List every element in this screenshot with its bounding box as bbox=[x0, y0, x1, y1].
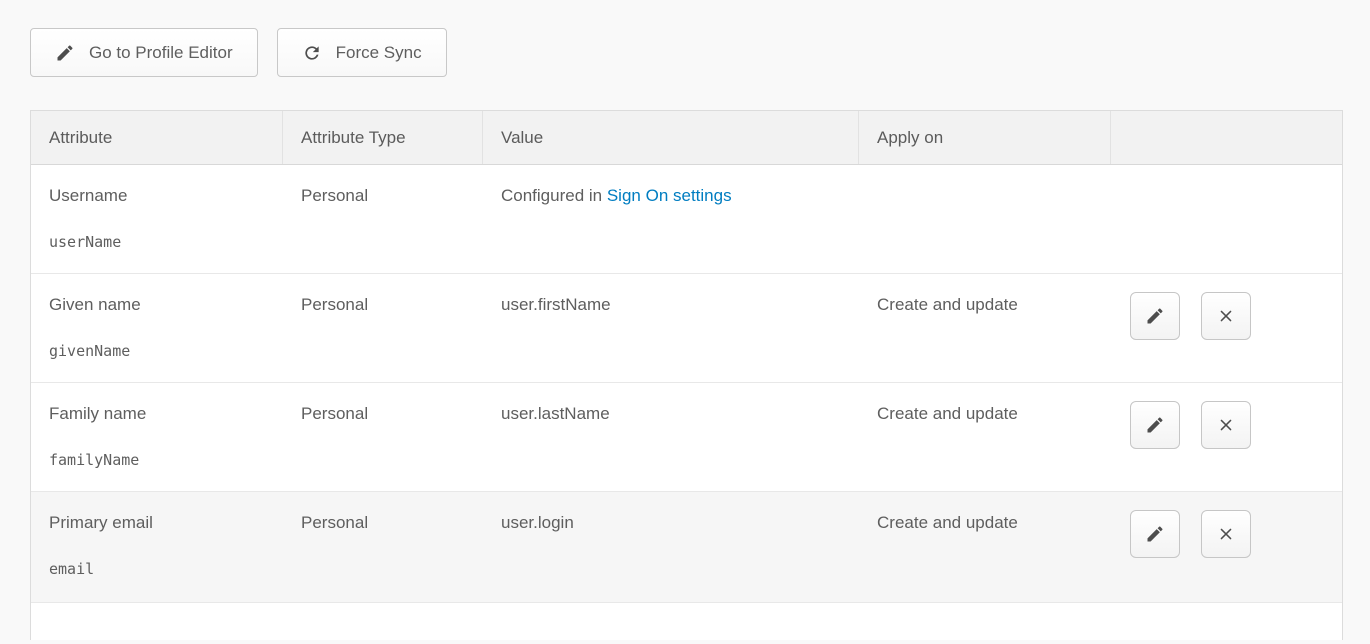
attribute-name: userName bbox=[49, 231, 269, 253]
edit-attribute-button[interactable] bbox=[1130, 292, 1180, 340]
value-cell: user.firstName bbox=[483, 274, 859, 382]
apply-on-cell bbox=[859, 165, 1111, 273]
table-row-family-name: Family name familyName Personal user.las… bbox=[31, 383, 1342, 492]
column-header-value: Value bbox=[483, 111, 859, 164]
close-icon bbox=[1216, 306, 1236, 326]
toolbar: Go to Profile Editor Force Sync bbox=[30, 28, 447, 77]
close-icon bbox=[1216, 415, 1236, 435]
attribute-mappings-table: Attribute Attribute Type Value Apply on … bbox=[30, 110, 1343, 640]
edit-attribute-button[interactable] bbox=[1130, 510, 1180, 558]
table-row-username: Username userName Personal Configured in… bbox=[31, 165, 1342, 274]
attribute-type-cell: Personal bbox=[283, 274, 483, 382]
attribute-cell: Given name givenName bbox=[31, 274, 283, 382]
attribute-name: familyName bbox=[49, 449, 269, 471]
attribute-type-cell: Personal bbox=[283, 165, 483, 273]
delete-attribute-button[interactable] bbox=[1201, 510, 1251, 558]
column-header-attribute: Attribute bbox=[31, 111, 283, 164]
attribute-cell: Primary email email bbox=[31, 492, 283, 602]
delete-attribute-button[interactable] bbox=[1201, 292, 1251, 340]
apply-on-cell: Create and update bbox=[859, 383, 1111, 491]
attribute-label: Username bbox=[49, 185, 269, 207]
go-to-profile-editor-button[interactable]: Go to Profile Editor bbox=[30, 28, 258, 77]
apply-on-cell: Create and update bbox=[859, 492, 1111, 602]
refresh-icon bbox=[302, 43, 322, 63]
value-cell: user.lastName bbox=[483, 383, 859, 491]
column-header-actions bbox=[1111, 111, 1342, 164]
pencil-icon bbox=[1145, 415, 1165, 435]
actions-cell bbox=[1111, 383, 1342, 491]
table-row-partial bbox=[31, 603, 1342, 640]
table-row-primary-email: Primary email email Personal user.login … bbox=[31, 492, 1342, 603]
force-sync-label: Force Sync bbox=[336, 43, 422, 63]
column-header-attribute-type: Attribute Type bbox=[283, 111, 483, 164]
attribute-name: email bbox=[49, 558, 269, 580]
actions-cell bbox=[1111, 274, 1342, 382]
delete-attribute-button[interactable] bbox=[1201, 401, 1251, 449]
column-header-apply-on: Apply on bbox=[859, 111, 1111, 164]
apply-on-cell: Create and update bbox=[859, 274, 1111, 382]
attribute-type-cell: Personal bbox=[283, 383, 483, 491]
sign-on-settings-link[interactable]: Sign On settings bbox=[607, 186, 732, 205]
attribute-label: Given name bbox=[49, 294, 269, 316]
close-icon bbox=[1216, 524, 1236, 544]
attribute-label: Family name bbox=[49, 403, 269, 425]
table-header-row: Attribute Attribute Type Value Apply on bbox=[31, 111, 1342, 165]
attribute-type-cell: Personal bbox=[283, 492, 483, 602]
attribute-cell: Family name familyName bbox=[31, 383, 283, 491]
actions-cell bbox=[1111, 165, 1342, 273]
value-cell: Configured in Sign On settings bbox=[483, 165, 859, 273]
actions-cell bbox=[1111, 492, 1342, 602]
edit-attribute-button[interactable] bbox=[1130, 401, 1180, 449]
force-sync-button[interactable]: Force Sync bbox=[277, 28, 447, 77]
pencil-icon bbox=[55, 43, 75, 63]
value-cell: user.login bbox=[483, 492, 859, 602]
value-text: Configured in bbox=[501, 186, 607, 205]
attribute-name: givenName bbox=[49, 340, 269, 362]
attribute-cell: Username userName bbox=[31, 165, 283, 273]
table-row-given-name: Given name givenName Personal user.first… bbox=[31, 274, 1342, 383]
go-to-profile-editor-label: Go to Profile Editor bbox=[89, 43, 233, 63]
attribute-label: Primary email bbox=[49, 512, 269, 534]
pencil-icon bbox=[1145, 306, 1165, 326]
pencil-icon bbox=[1145, 524, 1165, 544]
